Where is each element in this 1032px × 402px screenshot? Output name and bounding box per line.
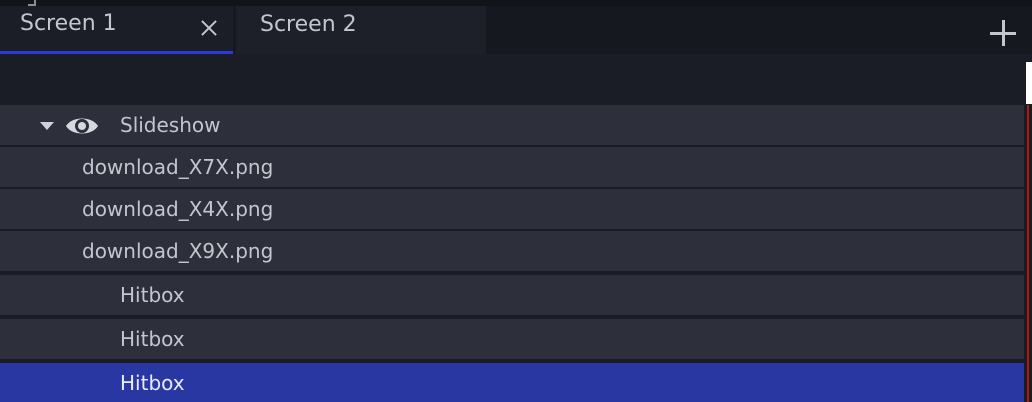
layer-label: Hitbox xyxy=(120,327,185,351)
tab-bar: Screen 1 Screen 2 xyxy=(0,0,1032,54)
timeline-marker xyxy=(1027,105,1029,402)
layer-row-slideshow[interactable]: Slideshow xyxy=(0,105,1024,147)
layer-row-selected[interactable]: Hitbox xyxy=(0,363,1024,402)
layer-label: Slideshow xyxy=(120,113,221,137)
layer-label: download_X9X.png xyxy=(82,239,274,263)
tab-label: Screen 1 xyxy=(20,10,117,36)
layer-row[interactable]: download_X7X.png xyxy=(0,147,1024,189)
layer-label: download_X7X.png xyxy=(82,155,274,179)
caret-down-icon[interactable] xyxy=(40,122,54,130)
app-window: Screen 1 Screen 2 Slideshow download_X7X… xyxy=(0,0,1032,402)
layer-row[interactable]: download_X4X.png xyxy=(0,189,1024,231)
layer-row[interactable]: download_X9X.png xyxy=(0,231,1024,273)
tab-label: Screen 2 xyxy=(260,12,357,37)
layer-label: Hitbox xyxy=(120,283,185,307)
layer-row[interactable]: Hitbox xyxy=(0,319,1024,361)
tab-screen-1[interactable]: Screen 1 xyxy=(0,6,233,54)
close-icon[interactable] xyxy=(199,18,219,38)
layer-label: Hitbox xyxy=(120,370,185,395)
edge-marker xyxy=(1026,62,1032,104)
eye-icon[interactable] xyxy=(64,113,100,139)
plus-icon[interactable] xyxy=(990,20,1016,46)
layer-list: Slideshow download_X7X.png download_X4X.… xyxy=(0,105,1024,402)
layer-row[interactable]: Hitbox xyxy=(0,275,1024,317)
layer-label: download_X4X.png xyxy=(82,197,274,221)
tab-screen-2[interactable]: Screen 2 xyxy=(236,6,486,54)
toolbar-strip xyxy=(0,54,1024,105)
